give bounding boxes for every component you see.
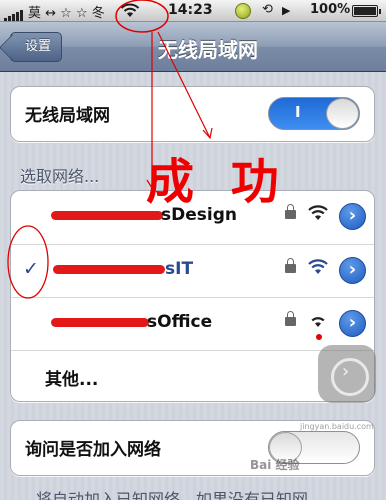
watermark-url: jingyan.baidu.com	[300, 422, 374, 431]
annotation-arrow	[157, 31, 211, 139]
annotation-circle-check	[7, 225, 49, 299]
watermark-brand: Bai 经验	[250, 458, 300, 472]
annotation-circle-wifi	[115, 0, 169, 33]
annotation-success-text: 成 功	[146, 154, 289, 210]
